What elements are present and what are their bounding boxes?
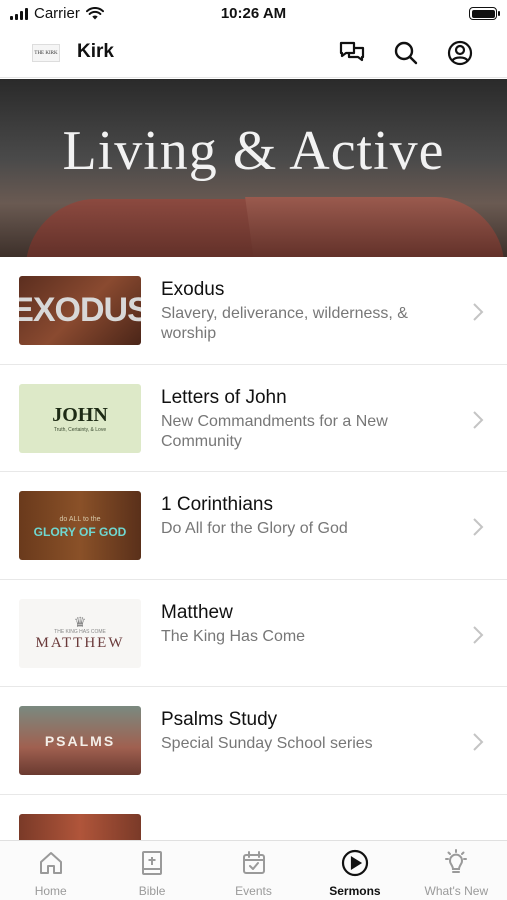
series-thumbnail: ♛ THE KING HAS COME MATTHEW [19,598,141,668]
series-title: 1 Corinthians [161,494,273,515]
lightbulb-icon [442,849,470,877]
tab-label: What's New [424,884,489,898]
chevron-right-icon [469,516,487,538]
status-bar: Carrier 10:26 AM [0,0,507,28]
thumbnail-subtext: Truth, Certainty, & Love [53,426,107,433]
series-title: Psalms Study [161,709,278,730]
home-icon [37,849,65,877]
search-icon[interactable] [392,39,420,67]
series-subtitle: New Commandments for a New Community [161,412,388,450]
series-title: Letters of John [161,386,287,408]
thumbnail-text: EXODUS [19,291,141,329]
hero-book-page-left [25,199,265,257]
list-item[interactable]: do ALL to the GLORY OF GOD 1 Corinthians… [0,472,507,580]
thumbnail-text: PSALMS [44,732,116,749]
series-thumbnail: PSALMS [19,706,141,775]
list-item[interactable]: EXODUS Exodus Slavery, deliverance, wild… [0,257,507,365]
tab-label: Events [235,884,272,898]
series-title: Matthew [161,601,233,623]
chevron-right-icon [469,301,487,323]
tab-bible[interactable]: Bible [101,841,202,900]
thumbnail-text: MATTHEW [35,634,125,651]
hero-book-page-right [245,197,505,257]
tab-sermons[interactable]: Sermons [304,841,405,900]
church-logo[interactable]: THE KIRK [32,44,60,62]
thumbnail-text: GLORY OF GOD [33,524,127,539]
chat-icon[interactable] [338,39,366,67]
tab-whats-new[interactable]: What's New [406,841,507,900]
app-header: THE KIRK Kirk [0,28,507,78]
list-item[interactable] [0,795,507,840]
play-icon [341,849,369,877]
chevron-right-icon [469,731,487,753]
list-item[interactable]: JOHN Truth, Certainty, & Love Letters of… [0,365,507,472]
status-time: 10:26 AM [220,5,287,22]
app-title: Kirk [77,41,114,62]
series-title: Exodus [161,279,225,300]
chevron-right-icon [469,409,487,431]
thumbnail-text: JOHN [52,403,108,426]
series-subtitle: Special Sunday School series [161,735,373,752]
series-subtitle: Do All for the Glory of God [161,520,348,537]
series-subtitle: Slavery, deliverance, wilderness, & wors… [161,305,408,342]
tab-events[interactable]: Events [203,841,304,900]
hero-title: Living & Active [62,120,445,182]
tab-label: Sermons [329,884,381,898]
crown-icon: ♛ [73,613,87,630]
tab-label: Home [34,884,67,898]
tab-label: Bible [138,884,166,898]
series-thumbnail: JOHN Truth, Certainty, & Love [19,383,141,453]
thumbnail-subtext: do ALL to the [59,515,101,523]
account-icon[interactable] [446,39,474,67]
battery-icon [469,7,500,20]
tab-home[interactable]: Home [0,841,101,900]
series-thumbnail: EXODUS [19,276,141,345]
tab-bar: Home Bible Events Sermons What's New [0,840,507,900]
hero-banner[interactable]: Living & Active [0,79,507,257]
series-thumbnail: do ALL to the GLORY OF GOD [19,491,141,560]
bible-icon [138,849,166,877]
series-list: EXODUS Exodus Slavery, deliverance, wild… [0,257,507,840]
list-item[interactable]: PSALMS Psalms Study Special Sunday Schoo… [0,687,507,795]
series-thumbnail [19,813,141,840]
list-item[interactable]: ♛ THE KING HAS COME MATTHEW Matthew The … [0,580,507,687]
series-subtitle: The King Has Come [161,627,306,645]
calendar-icon [240,849,268,877]
chevron-right-icon [469,624,487,646]
